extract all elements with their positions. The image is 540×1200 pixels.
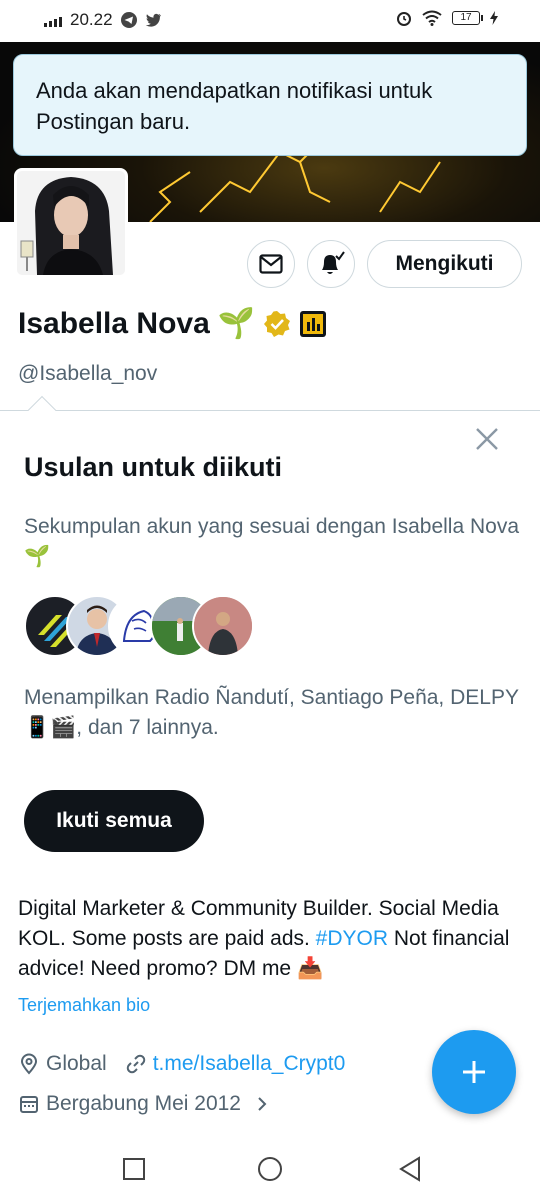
suggestions-title: Usulan untuk diikuti bbox=[24, 452, 283, 482]
suggestions-names: Menampilkan Radio Ñandutí, Santiago Peña… bbox=[24, 686, 519, 739]
caret-pointer bbox=[27, 395, 57, 425]
home-icon[interactable] bbox=[256, 1155, 284, 1183]
name-emoji: 🌱 bbox=[217, 307, 256, 340]
close-icon bbox=[476, 428, 498, 450]
recent-apps-icon[interactable] bbox=[121, 1156, 147, 1182]
joined-row: Bergabung Mei 2012 bbox=[18, 1092, 271, 1116]
follow-all-button[interactable]: Ikuti semua bbox=[24, 790, 204, 852]
bio-hashtag-link[interactable]: #DYOR bbox=[316, 927, 388, 950]
avatar[interactable] bbox=[14, 168, 128, 278]
follow-all-label: Ikuti semua bbox=[56, 809, 172, 832]
profile-link[interactable]: t.me/Isabella_Crypt0 bbox=[153, 1052, 346, 1076]
system-navigation-bar bbox=[0, 1140, 540, 1200]
plus-icon bbox=[463, 1061, 485, 1083]
affiliate-logo-icon[interactable] bbox=[299, 310, 327, 338]
suggested-avatar bbox=[192, 595, 254, 657]
chevron-right-icon[interactable] bbox=[253, 1095, 271, 1113]
suggestions-description: Sekumpulan akun yang sesuai dengan Isabe… bbox=[24, 515, 520, 568]
profile-name: Isabella Nova 🌱 bbox=[18, 306, 327, 341]
profile-handle: @Isabella_nov bbox=[18, 362, 158, 385]
translate-bio-link[interactable]: Terjemahkan bio bbox=[18, 995, 150, 1016]
verified-badge-icon[interactable] bbox=[263, 310, 291, 338]
status-time: 20.22 bbox=[70, 10, 113, 29]
calendar-icon bbox=[20, 1096, 38, 1113]
following-button[interactable]: Mengikuti bbox=[367, 240, 522, 288]
telegram-icon bbox=[120, 12, 137, 28]
signal-icon bbox=[44, 13, 62, 27]
bell-check-icon bbox=[322, 251, 345, 274]
section-divider bbox=[0, 410, 540, 411]
status-bar: 20.22 17 bbox=[0, 0, 540, 42]
avatar-image bbox=[17, 171, 125, 275]
battery-icon: 17 bbox=[452, 11, 483, 25]
profile-bio: Digital Marketer & Community Builder. So… bbox=[18, 894, 518, 984]
location-text: Global bbox=[46, 1052, 107, 1075]
profile-meta-row: Global t.me/Isabella_Crypt0 bbox=[18, 1052, 345, 1076]
wifi-icon bbox=[422, 10, 442, 26]
twitter-bird-icon bbox=[145, 13, 161, 27]
map-pin-icon bbox=[20, 1053, 38, 1075]
close-suggestions-button[interactable] bbox=[472, 424, 502, 454]
following-label: Mengikuti bbox=[395, 252, 494, 275]
joined-text: Bergabung Mei 2012 bbox=[46, 1092, 241, 1115]
alarm-icon bbox=[397, 12, 411, 26]
charging-icon bbox=[490, 11, 498, 25]
notifications-button[interactable] bbox=[307, 240, 355, 288]
display-name: Isabella Nova bbox=[18, 306, 210, 340]
back-icon[interactable] bbox=[397, 1155, 423, 1183]
message-button[interactable] bbox=[247, 240, 295, 288]
status-right: 17 bbox=[396, 10, 498, 26]
status-left: 20.22 bbox=[44, 10, 161, 30]
suggested-avatars[interactable] bbox=[24, 595, 254, 657]
toast-message: Anda akan mendapatkan notifikasi untuk P… bbox=[36, 78, 433, 134]
envelope-icon bbox=[259, 254, 283, 274]
compose-button[interactable] bbox=[432, 1030, 516, 1114]
notification-toast: Anda akan mendapatkan notifikasi untuk P… bbox=[13, 54, 527, 156]
link-icon bbox=[126, 1054, 145, 1074]
